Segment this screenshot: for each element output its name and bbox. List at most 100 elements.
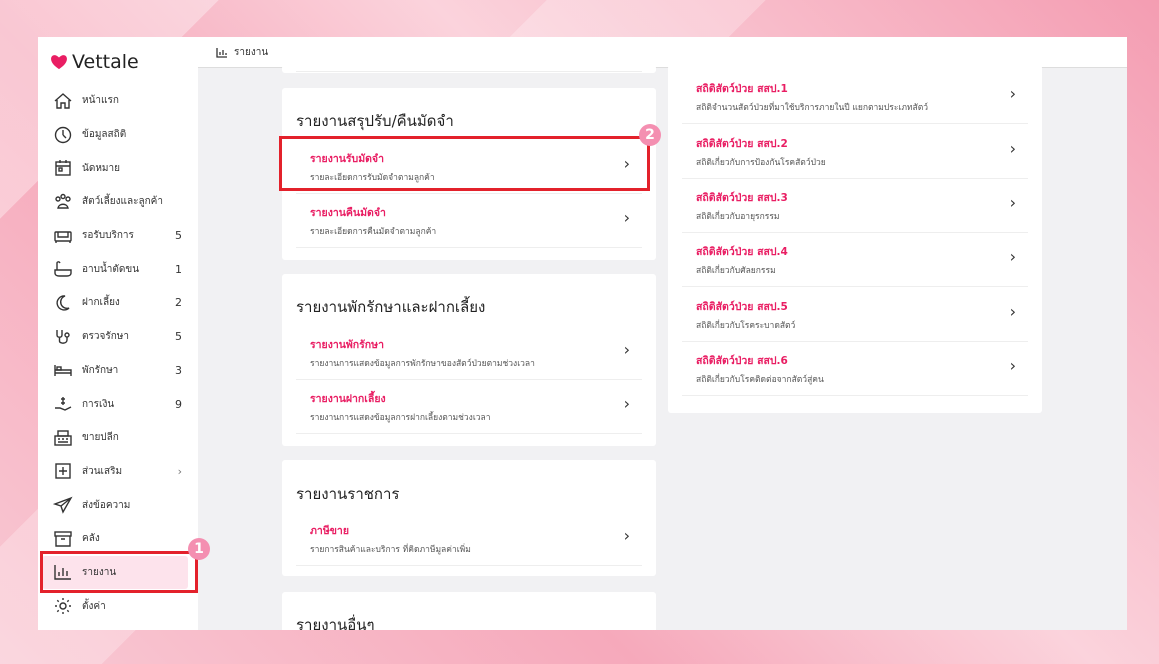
report-item-deposit-return[interactable]: รายงานคืนมัดจำ รายละเอียดการคืนมัดจำตามล… — [296, 194, 642, 248]
item-title: ภาษีขาย — [310, 525, 349, 537]
sidebar-item-label: ส่งข้อความ — [82, 499, 131, 511]
sidebar-item-label: ฝากเลี้ยง — [82, 297, 120, 309]
sidebar-item-pets-customers[interactable]: สัตว์เลี้ยงและลูกค้า — [38, 185, 198, 219]
sidebar-item-boarding[interactable]: ฝากเลี้ยง 2 — [38, 286, 198, 320]
sidebar-item-label: ขายปลีก — [82, 432, 119, 444]
report-item-stat-3[interactable]: สถิติสัตว์ป่วย สสป.3 สถิติเกี่ยวกับอายุร… — [682, 179, 1028, 233]
chevron-right-icon: › — [623, 526, 630, 545]
sidebar-item-settings[interactable]: ตั้งค่า — [38, 589, 198, 623]
sidebar-item-label: ข้อมูลสถิติ — [82, 129, 127, 141]
item-subtitle: สถิติเกี่ยวกับอายุรกรรม — [696, 212, 780, 222]
archive-icon — [52, 529, 74, 549]
item-subtitle: รายงานการแสดงข้อมูลการพักรักษาของสัตว์ป่… — [310, 359, 535, 369]
bathtub-icon — [52, 259, 74, 279]
chevron-right-icon: › — [1009, 84, 1016, 103]
stethoscope-icon — [52, 327, 74, 347]
chevron-right-icon: › — [1009, 356, 1016, 375]
sidebar-item-label: หน้าแรก — [82, 95, 119, 107]
item-subtitle: สถิติเกี่ยวกับศัลยกรรม — [696, 266, 776, 276]
government-report-card: รายงานราชการ ภาษีขาย รายการสินค้าและบริก… — [282, 460, 656, 576]
sidebar-item-retail[interactable]: ขายปลีก — [38, 421, 198, 455]
report-item-sales-tax[interactable]: ภาษีขาย รายการสินค้าและบริการ ที่คิดภาษี… — [296, 512, 642, 566]
sidebar-item-label: อาบน้ำตัดขน — [82, 263, 140, 275]
report-item-stat-2[interactable]: สถิติสัตว์ป่วย สสป.2 สถิติเกี่ยวกับการป้… — [682, 125, 1028, 179]
sidebar-item-finance[interactable]: การเงิน 9 — [38, 387, 198, 421]
bed-icon — [52, 360, 74, 380]
card-title: รายงานอื่นๆ — [296, 616, 375, 630]
sidebar-item-home[interactable]: หน้าแรก — [38, 84, 198, 118]
count-badge: 2 — [175, 296, 182, 310]
sidebar-item-hospitalization[interactable]: พักรักษา 3 — [38, 354, 198, 388]
chevron-right-icon: › — [623, 208, 630, 227]
sidebar-item-statistics[interactable]: ข้อมูลสถิติ — [38, 118, 198, 152]
sidebar-item-send-message[interactable]: ส่งข้อความ — [38, 488, 198, 522]
count-badge: 5 — [175, 330, 182, 344]
plus-square-icon — [52, 461, 74, 481]
chevron-right-icon: › — [1009, 247, 1016, 266]
breadcrumb-label: รายงาน — [234, 46, 269, 58]
cash-register-icon — [52, 428, 74, 448]
item-subtitle: รายละเอียดการคืนมัดจำตามลูกค้า — [310, 227, 437, 237]
item-subtitle: รายการสินค้าและบริการ ที่คิดภาษีมูลค่าเพ… — [310, 545, 471, 555]
item-subtitle: สถิติเกี่ยวกับโรคระบาดสัตว์ — [696, 321, 796, 331]
sidebar: Vettale หน้าแรก ข้อมูลสถิติ นัดหมาย สัตว… — [38, 37, 198, 630]
sidebar-item-grooming[interactable]: อาบน้ำตัดขน 1 — [38, 252, 198, 286]
sidebar-item-label: ตั้งค่า — [82, 600, 106, 612]
report-item-boarding[interactable]: รายงานฝากเลี้ยง รายงานการแสดงข้อมูลการฝา… — [296, 380, 642, 434]
item-subtitle: สถิติเกี่ยวกับการป้องกันโรคสัตว์ป่วย — [696, 158, 826, 168]
count-badge: 9 — [175, 397, 182, 411]
sidebar-item-label: คลัง — [82, 533, 100, 545]
step-badge-2: 2 — [639, 124, 661, 146]
count-badge: 3 — [175, 363, 182, 377]
sidebar-item-label: รอรับบริการ — [82, 230, 134, 242]
sidebar-item-label: สัตว์เลี้ยงและลูกค้า — [82, 196, 163, 208]
chevron-right-icon: › — [1009, 302, 1016, 321]
sofa-icon — [52, 226, 74, 246]
item-title: สถิติสัตว์ป่วย สสป.1 — [696, 83, 788, 95]
sidebar-nav: หน้าแรก ข้อมูลสถิติ นัดหมาย สัตว์เลี้ยงแ… — [38, 84, 198, 623]
breadcrumb: รายงาน — [198, 37, 1127, 68]
sidebar-item-addons[interactable]: ส่วนเสริม › — [38, 455, 198, 489]
step-badge-1: 1 — [188, 538, 210, 560]
logo-text: Vettale — [72, 51, 139, 73]
animal-statistics-card: สถิติสัตว์ป่วย สสป.1 สถิติจำนวนสัตว์ป่วย… — [668, 65, 1042, 413]
calendar-icon — [52, 158, 74, 178]
money-hand-icon — [52, 394, 74, 414]
item-title: สถิติสัตว์ป่วย สสป.6 — [696, 355, 788, 367]
report-item-stat-6[interactable]: สถิติสัตว์ป่วย สสป.6 สถิติเกี่ยวกับโรคติ… — [682, 342, 1028, 396]
paw-icon — [52, 192, 74, 212]
logo[interactable]: Vettale — [50, 51, 139, 73]
sidebar-item-label: พักรักษา — [82, 364, 119, 376]
gauge-icon — [52, 125, 74, 145]
report-item-stat-1[interactable]: สถิติสัตว์ป่วย สสป.1 สถิติจำนวนสัตว์ป่วย… — [682, 70, 1028, 124]
count-badge: 1 — [175, 262, 182, 276]
sidebar-item-waiting-service[interactable]: รอรับบริการ 5 — [38, 219, 198, 253]
highlight-box-reports — [40, 551, 198, 593]
report-item-hospitalization[interactable]: รายงานพักรักษา รายงานการแสดงข้อมูลการพัก… — [296, 326, 642, 380]
app-window: Vettale หน้าแรก ข้อมูลสถิติ นัดหมาย สัตว… — [38, 37, 1127, 630]
chevron-right-icon: › — [1009, 193, 1016, 212]
send-icon — [52, 495, 74, 515]
item-title: รายงานฝากเลี้ยง — [310, 393, 386, 405]
card-title: รายงานพักรักษาและฝากเลี้ยง — [296, 298, 486, 316]
report-item-stat-4[interactable]: สถิติสัตว์ป่วย สสป.4 สถิติเกี่ยวกับศัลยก… — [682, 233, 1028, 287]
home-icon — [52, 91, 74, 111]
item-title: รายงานคืนมัดจำ — [310, 207, 386, 219]
heart-icon — [51, 55, 67, 70]
chevron-right-icon: › — [1009, 139, 1016, 158]
other-report-card: รายงานอื่นๆ — [282, 592, 656, 630]
chevron-right-icon: › — [623, 394, 630, 413]
sidebar-item-label: ตรวจรักษา — [82, 331, 129, 343]
item-title: รายงานพักรักษา — [310, 339, 384, 351]
highlight-box-deposit-receive — [279, 136, 650, 191]
report-item-stat-5[interactable]: สถิติสัตว์ป่วย สสป.5 สถิติเกี่ยวกับโรคระ… — [682, 288, 1028, 342]
sidebar-item-examination[interactable]: ตรวจรักษา 5 — [38, 320, 198, 354]
item-title: สถิติสัตว์ป่วย สสป.5 — [696, 301, 788, 313]
item-subtitle: สถิติจำนวนสัตว์ป่วยที่มาใช้บริการภายในปี… — [696, 103, 929, 113]
boarding-report-card: รายงานพักรักษาและฝากเลี้ยง รายงานพักรักษ… — [282, 274, 656, 446]
card-title: รายงานราชการ — [296, 485, 400, 503]
card-title: รายงานสรุปรับ/คืนมัดจำ — [296, 112, 454, 130]
item-title: สถิติสัตว์ป่วย สสป.2 — [696, 138, 788, 150]
sidebar-item-appointments[interactable]: นัดหมาย — [38, 151, 198, 185]
chevron-right-icon: › — [623, 340, 630, 359]
